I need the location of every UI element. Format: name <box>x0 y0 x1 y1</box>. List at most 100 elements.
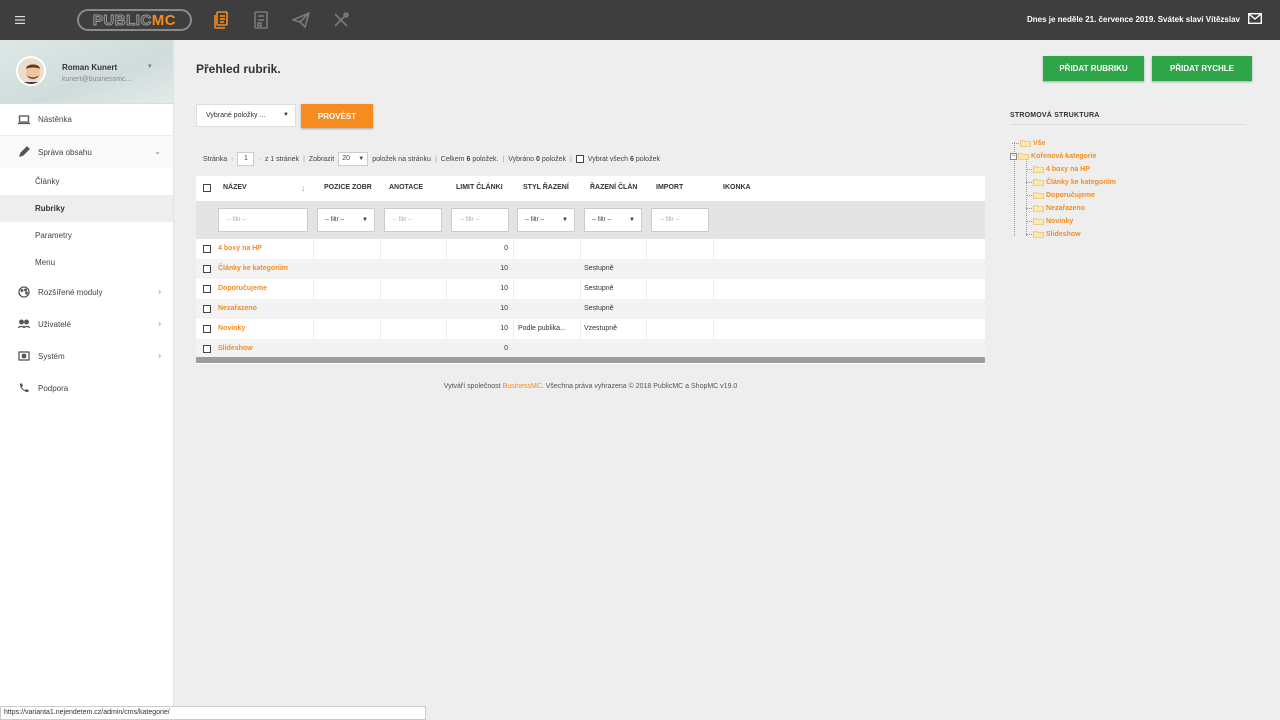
tools-icon[interactable] <box>326 5 356 35</box>
next-page-icon[interactable]: › <box>258 156 260 163</box>
caret-down-icon: ▼ <box>362 217 368 223</box>
row-name-link[interactable]: Slideshow <box>218 345 253 352</box>
content-pages-icon[interactable] <box>206 5 236 35</box>
filter-name-input[interactable]: -- filtr -- <box>218 208 308 232</box>
sidebar-item-rubrics[interactable]: Rubriky <box>0 195 173 222</box>
col-limit[interactable]: LIMIT ČLÁNKI <box>456 184 503 191</box>
filter-import-input[interactable]: -- filtr -- <box>651 208 709 232</box>
row-name-link[interactable]: 4 boxy na HP <box>218 245 262 252</box>
sidebar-item-parameters[interactable]: Parametry <box>0 222 173 249</box>
filter-position-select[interactable]: -- filtr -- ▼ <box>317 208 375 232</box>
current-date: Dnes je neděle 21. července 2019. Svátek… <box>1026 15 1240 24</box>
user-panel[interactable]: Roman Kunert kunert@businessmc... ▾ <box>0 40 173 104</box>
row-limit: 10 <box>500 325 508 332</box>
tree-node-child[interactable]: Nezařazeno <box>1026 203 1085 213</box>
row-sort: Sestupně <box>584 305 614 312</box>
tree-node-child[interactable]: 4 boxy na HP <box>1026 164 1090 174</box>
sidebar-item-label: Menu <box>35 258 56 267</box>
select-all-prefix: Vybrat všech <box>587 155 629 163</box>
tree-node-root-category[interactable]: − Kořenová kategorie <box>1010 151 1096 161</box>
collapse-icon[interactable]: − <box>1010 152 1017 160</box>
sidebar-item-menu[interactable]: Menu <box>0 249 173 276</box>
sidebar-item-support[interactable]: Podpora <box>0 372 173 404</box>
sidebar-item-content[interactable]: Správa obsahu ⌄ <box>0 136 173 168</box>
mail-icon[interactable] <box>1248 13 1262 24</box>
col-sort-style[interactable]: STYL ŘAZENÍ <box>523 184 569 191</box>
tree-label: Články ke kategoriím <box>1046 178 1117 186</box>
footer-brand-link[interactable]: BusinessMC <box>503 383 542 390</box>
col-name[interactable]: NÁZEV <box>223 184 247 191</box>
add-rubric-button[interactable]: PŘIDAT RUBRIKU <box>1043 56 1144 81</box>
row-name-link[interactable]: Články ke kategoriím <box>218 265 288 272</box>
row-sort: Sestupně <box>584 285 614 292</box>
system-icon <box>18 350 30 362</box>
filter-sort-select[interactable]: -- filtr -- ▼ <box>584 208 642 232</box>
row-name-link[interactable]: Nezařazeno <box>218 305 257 312</box>
sidebar-item-label: Uživatelé <box>38 319 71 329</box>
footer-prefix: Vytváří společnost <box>443 383 501 390</box>
tree-branch <box>1026 233 1032 235</box>
bulk-action-select[interactable]: Vybrané položky ... ▼ <box>196 104 296 127</box>
total-count: 6 <box>466 155 471 163</box>
filter-limit-input[interactable]: -- filtr -- <box>451 208 509 232</box>
row-name-link[interactable]: Novinky <box>218 325 245 332</box>
sidebar-item-modules[interactable]: Rozšířené moduly › <box>0 276 173 308</box>
table-row[interactable]: Novinky 10 Podle publika... Vzestupně <box>196 319 985 339</box>
sidebar-item-users[interactable]: Uživatelé › <box>0 308 173 340</box>
row-checkbox[interactable] <box>203 345 211 353</box>
user-email: kunert@businessmc... <box>62 76 132 83</box>
send-icon[interactable] <box>286 5 316 35</box>
filter-annotation-input[interactable]: -- filtr -- <box>384 208 442 232</box>
row-checkbox[interactable] <box>203 325 211 333</box>
col-annotation[interactable]: ANOTACE <box>389 184 423 191</box>
col-position[interactable]: POZICE ZOBR <box>324 184 372 191</box>
sidebar-item-dashboard[interactable]: Nástěnka <box>0 104 173 136</box>
tree-node-child[interactable]: Články ke kategoriím <box>1026 177 1116 187</box>
table-row[interactable]: Články ke kategoriím 10 Sestupně <box>196 259 985 279</box>
logo-part2: MC <box>151 11 177 29</box>
row-checkbox[interactable] <box>203 305 211 313</box>
per-page-suffix: položek na stránku <box>372 155 431 163</box>
select-all-checkbox[interactable] <box>575 155 584 163</box>
tree-label: Nezařazeno <box>1046 204 1085 212</box>
header-checkbox[interactable] <box>203 184 211 192</box>
filter-style-select[interactable]: -- filtr -- ▼ <box>517 208 575 232</box>
pencil-icon <box>18 146 30 158</box>
prev-page-icon[interactable]: ‹ <box>231 156 233 163</box>
col-article-sort[interactable]: ŘAZENÍ ČLÁN <box>590 184 637 191</box>
tree-node-all[interactable]: Vše <box>1012 138 1045 148</box>
execute-button[interactable]: PROVÉST <box>301 104 373 128</box>
caret-down-icon: ▼ <box>562 217 568 223</box>
tree-branch <box>1012 142 1019 144</box>
folder-open-icon <box>1018 152 1029 160</box>
page-input[interactable]: 1 <box>237 152 255 166</box>
tree-branch <box>1026 220 1032 222</box>
sort-down-icon[interactable]: ↓ <box>301 183 306 193</box>
table-row[interactable]: Slideshow 0 <box>196 339 985 359</box>
per-page-select[interactable]: 20 ▼ <box>338 152 369 166</box>
row-checkbox[interactable] <box>203 265 211 273</box>
add-fast-button[interactable]: PŘIDAT RYCHLE <box>1152 56 1252 81</box>
table-row[interactable]: 4 boxy na HP 0 <box>196 239 985 259</box>
document-icon[interactable] <box>246 5 276 35</box>
horizontal-scrollbar[interactable] <box>196 357 985 363</box>
tree-node-child[interactable]: Slideshow <box>1026 229 1081 239</box>
tree-node-child[interactable]: Doporučujeme <box>1026 190 1095 200</box>
row-name-link[interactable]: Doporučujeme <box>218 285 267 292</box>
sidebar-item-system[interactable]: Systém › <box>0 340 173 372</box>
chevron-down-icon[interactable]: ▾ <box>148 62 152 70</box>
bulk-action-value: Vybrané položky ... <box>206 112 266 119</box>
hamburger-icon[interactable] <box>0 0 40 40</box>
row-checkbox[interactable] <box>203 285 211 293</box>
col-import[interactable]: IMPORT <box>656 184 683 191</box>
table-row[interactable]: Nezařazeno 10 Sestupně <box>196 299 985 319</box>
col-icon[interactable]: IKONKA <box>723 184 751 191</box>
logo[interactable]: PUBLIC MC <box>77 9 192 31</box>
sidebar-item-articles[interactable]: Články <box>0 168 173 195</box>
row-checkbox[interactable] <box>203 245 211 253</box>
row-limit: 10 <box>500 305 508 312</box>
tree-node-child[interactable]: Novinky <box>1026 216 1073 226</box>
sidebar: Roman Kunert kunert@businessmc... ▾ Nást… <box>0 40 174 720</box>
sidebar-item-label: Rubriky <box>35 204 65 213</box>
table-row[interactable]: Doporučujeme 10 Sestupně <box>196 279 985 299</box>
